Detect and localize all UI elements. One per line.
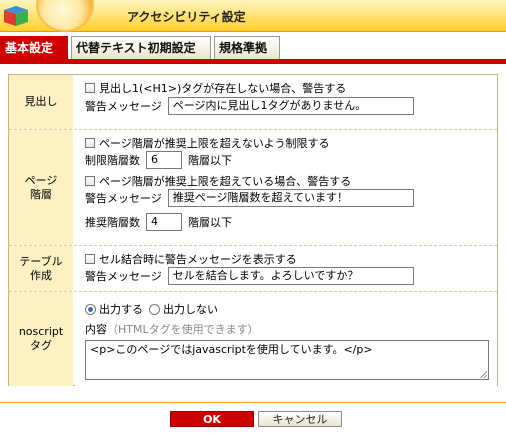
book-icon (4, 6, 28, 26)
heading-warning-input[interactable]: ページ内に見出し1タグがありません。 (167, 97, 414, 115)
tab-underline (0, 59, 506, 64)
row-page-depth: ページ 階層 ページ階層が推奨上限を超えないよう制限する 制限階層数 6 階層以下… (9, 129, 497, 245)
radio-no-output[interactable] (149, 303, 160, 315)
radio-output-label: 出力する (99, 303, 143, 316)
cell-merge-warning-checkbox[interactable] (85, 254, 95, 264)
recommended-depth-label: 推奨階層数 (85, 216, 140, 229)
warning-message-label: 警告メッセージ (85, 100, 162, 113)
depth-warning-input[interactable]: 推奨ページ階層数を超えています！ (167, 189, 414, 207)
table-warning-input[interactable]: セルを結合します。よろしいですか？ (167, 267, 414, 285)
content-hint: （HTMLタグを使用できます） (107, 323, 259, 336)
tab-alt-text-defaults[interactable]: 代替テキスト初期設定 (71, 36, 211, 60)
row-label: テーブル 作成 (9, 246, 73, 291)
depth-suffix: 階層以下 (188, 154, 232, 167)
footer-divider (0, 402, 506, 403)
tab-basic-settings[interactable]: 基本設定 (0, 36, 68, 60)
checkbox-label: セル結合時に警告メッセージを表示する (99, 253, 297, 266)
ok-button[interactable]: OK (170, 411, 254, 427)
radio-no-output-label: 出力しない (163, 303, 218, 316)
depth-suffix: 階層以下 (188, 216, 232, 229)
limit-depth-checkbox[interactable] (85, 138, 95, 148)
warn-depth-checkbox[interactable] (85, 176, 95, 186)
app-logo (0, 0, 112, 32)
row-heading: 見出し 見出し1(<H1>)タグが存在しない場合、警告する 警告メッセージ ペー… (9, 75, 497, 129)
row-table: テーブル 作成 セル結合時に警告メッセージを表示する 警告メッセージ セルを結合し… (9, 245, 497, 291)
title-bar: アクセシビリティ設定 (0, 0, 506, 32)
settings-form: 見出し 見出し1(<H1>)タグが存在しない場合、警告する 警告メッセージ ペー… (8, 74, 498, 386)
warning-message-label: 警告メッセージ (85, 270, 162, 283)
row-label: ページ 階層 (9, 130, 73, 245)
limit-depth-label: 制限階層数 (85, 154, 140, 167)
noscript-content-textarea[interactable]: <p>このページではjavascriptを使用しています。</p> (85, 340, 489, 380)
recommended-depth-input[interactable]: 4 (146, 213, 182, 231)
checkbox-label: ページ階層が推奨上限を超えている場合、警告する (99, 175, 352, 188)
row-label: noscript タグ (9, 292, 73, 386)
resize-grip-icon[interactable] (479, 370, 487, 378)
warning-message-label: 警告メッセージ (85, 192, 162, 205)
row-label: 見出し (9, 75, 73, 129)
content-label: 内容 (85, 323, 107, 336)
heading-warning-checkbox[interactable] (85, 83, 95, 93)
tab-standards-compliance[interactable]: 規格準拠 (214, 36, 280, 60)
row-noscript: noscript タグ 出力する 出力しない 内容 （HTMLタグを使用できます）… (9, 291, 497, 386)
checkbox-label: 見出し1(<H1>)タグが存在しない場合、警告する (99, 82, 347, 95)
checkbox-label: ページ階層が推奨上限を超えないよう制限する (99, 137, 330, 150)
page-title: アクセシビリティ設定 (127, 10, 246, 24)
radio-output[interactable] (85, 303, 96, 315)
logo-disc-icon (36, 0, 94, 32)
cancel-button[interactable]: キャンセル (258, 411, 342, 427)
limit-depth-input[interactable]: 6 (146, 151, 182, 169)
